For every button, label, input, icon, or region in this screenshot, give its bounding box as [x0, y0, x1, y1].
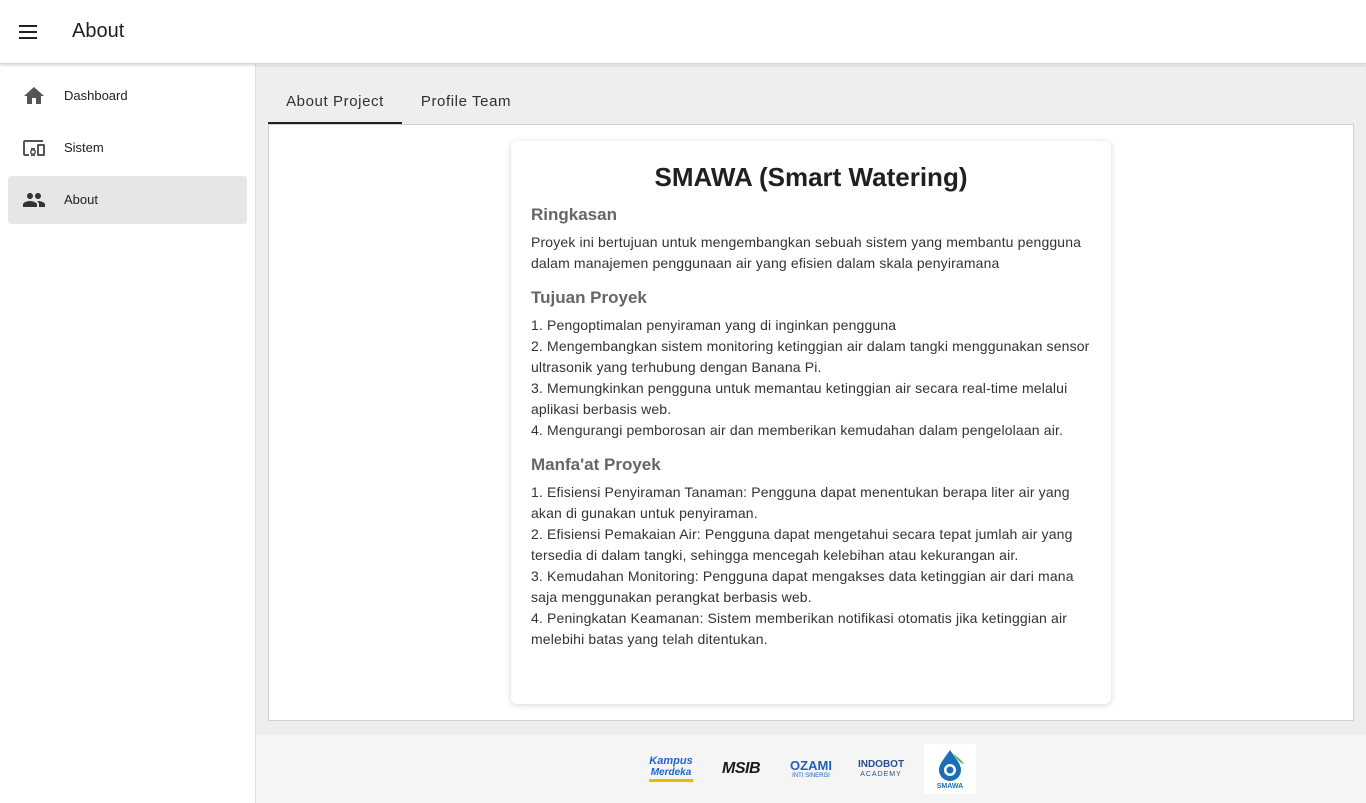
tab-panel: SMAWA (Smart Watering) Ringkasan Proyek …	[268, 124, 1354, 721]
logo-text: OZAMI	[790, 757, 832, 773]
sidebar: Dashboard Sistem About	[0, 64, 256, 803]
logo-text: ACADEMY	[860, 771, 902, 778]
tab-about-project[interactable]: About Project	[268, 77, 402, 124]
sidebar-item-sistem[interactable]: Sistem	[8, 124, 247, 172]
page-title: About	[72, 20, 125, 42]
sidebar-item-label: Sistem	[64, 140, 104, 155]
sidebar-item-label: Dashboard	[64, 88, 128, 103]
manfaat-list: 1. Efisiensi Penyiraman Tanaman: Penggun…	[531, 482, 1091, 650]
indobot-academy-logo: INDOBOT ACADEMY	[856, 748, 906, 790]
tujuan-heading: Tujuan Proyek	[531, 288, 647, 307]
logo-text: Kampus	[649, 755, 693, 767]
logo-text: INDOBOT	[857, 759, 905, 770]
smawa-logo: SMAWA	[924, 744, 976, 794]
logo-text: INTI SINERGI	[792, 772, 830, 779]
about-card: SMAWA (Smart Watering) Ringkasan Proyek …	[511, 141, 1111, 704]
home-icon	[24, 87, 44, 104]
sidebar-item-about[interactable]: About	[8, 176, 247, 224]
tujuan-list: 1. Pengoptimalan penyiraman yang di ingi…	[531, 315, 1091, 441]
card-title: SMAWA (Smart Watering)	[654, 162, 968, 192]
footer: Kampus Merdeka MSIB OZAMI INTI SINERGI I…	[256, 733, 1366, 803]
menu-icon[interactable]	[12, 16, 44, 48]
water-drop-icon	[939, 749, 964, 781]
app-bar: About	[0, 0, 1366, 64]
ringkasan-heading: Ringkasan	[531, 205, 617, 224]
list-item: 2. Efisiensi Pemakaian Air: Pengguna dap…	[531, 526, 1073, 563]
kampus-merdeka-logo: Kampus Merdeka	[646, 748, 696, 790]
list-item: 3. Kemudahan Monitoring: Pengguna dapat …	[531, 568, 1074, 605]
list-item: 2. Mengembangkan sistem monitoring ketin…	[531, 338, 1090, 375]
list-item: 1. Efisiensi Penyiraman Tanaman: Penggun…	[531, 484, 1070, 521]
tab-profile-team[interactable]: Profile Team	[402, 77, 530, 124]
logo-text: Merdeka	[650, 767, 692, 778]
list-item: 1. Pengoptimalan penyiraman yang di ingi…	[531, 317, 897, 333]
list-item: 4. Mengurangi pemborosan air dan memberi…	[531, 422, 1064, 438]
ringkasan-text: Proyek ini bertujuan untuk mengembangkan…	[531, 234, 1082, 271]
ozami-logo: OZAMI INTI SINERGI	[786, 748, 836, 790]
logo-text: SMAWA	[936, 782, 964, 790]
logo-text: MSIB	[722, 760, 761, 777]
msib-logo: MSIB	[718, 748, 764, 790]
logo-stripe	[649, 779, 693, 782]
people-icon	[23, 193, 45, 207]
devices-icon	[23, 140, 45, 156]
list-item: 3. Memungkinkan pengguna untuk memantau …	[531, 380, 1068, 417]
list-item: 4. Peningkatan Keamanan: Sistem memberik…	[531, 610, 1068, 647]
manfaat-heading: Manfa'at Proyek	[531, 455, 661, 474]
main-content: About Project Profile Team SMAWA (Smart …	[256, 65, 1366, 803]
sidebar-item-label: About	[64, 192, 98, 207]
sidebar-item-dashboard[interactable]: Dashboard	[8, 72, 247, 120]
